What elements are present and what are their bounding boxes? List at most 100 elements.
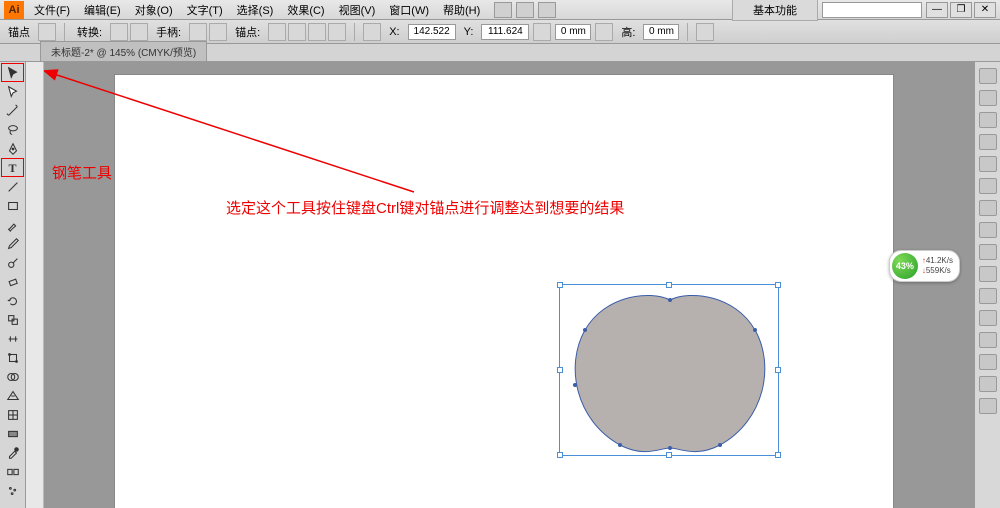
title-bar: Ai 文件(F) 编辑(E) 对象(O) 文字(T) 选择(S) 效果(C) 视…	[0, 0, 1000, 20]
selected-shape[interactable]	[565, 290, 775, 460]
menu-effect[interactable]: 效果(C)	[281, 0, 330, 20]
x-label: X:	[385, 26, 403, 38]
network-percent: 43%	[892, 253, 918, 279]
right-panel-icon[interactable]	[979, 376, 997, 392]
bbox-handle-s[interactable]	[666, 452, 672, 458]
blend-tool[interactable]	[2, 463, 24, 481]
scale-tool[interactable]	[2, 311, 24, 329]
anchor2-btn-2[interactable]	[288, 23, 306, 41]
y-input[interactable]	[481, 24, 529, 40]
pen-tool[interactable]	[2, 140, 24, 158]
eraser-tool[interactable]	[2, 273, 24, 291]
extra-btn-1[interactable]	[696, 23, 714, 41]
menu-window[interactable]: 窗口(W)	[383, 0, 435, 20]
free-transform-tool[interactable]	[2, 349, 24, 367]
right-panel-icon[interactable]	[979, 332, 997, 348]
anchor2-label: 锚点:	[231, 24, 264, 40]
symbol-sprayer-tool[interactable]	[2, 482, 24, 500]
bbox-handle-w[interactable]	[557, 367, 563, 373]
bbox-handle-nw[interactable]	[557, 282, 563, 288]
right-panel-icon[interactable]	[979, 354, 997, 370]
title-tool-3[interactable]	[538, 2, 556, 18]
blob-brush-tool[interactable]	[2, 254, 24, 272]
search-input[interactable]	[822, 2, 922, 18]
title-tool-2[interactable]	[516, 2, 534, 18]
window-maximize-button[interactable]: ❐	[950, 2, 972, 18]
annotation-instruction: 选定这个工具按住键盘Ctrl键对锚点进行调整达到想要的结果	[226, 197, 624, 218]
menu-type[interactable]: 文字(T)	[181, 0, 229, 20]
menu-help[interactable]: 帮助(H)	[437, 0, 486, 20]
h-input[interactable]	[643, 24, 679, 40]
wh-lock-button[interactable]	[533, 23, 551, 41]
paintbrush-tool[interactable]	[2, 216, 24, 234]
left-spacer	[26, 62, 44, 508]
workspace-switcher[interactable]: 基本功能	[732, 0, 818, 21]
gradient-tool[interactable]	[2, 425, 24, 443]
anchor2-btn-3[interactable]	[308, 23, 326, 41]
line-tool[interactable]	[2, 178, 24, 196]
magic-wand-tool[interactable]	[2, 102, 24, 120]
right-panel-icon[interactable]	[979, 156, 997, 172]
anchor2-btn-4[interactable]	[328, 23, 346, 41]
y-label: Y:	[460, 26, 478, 38]
pencil-tool[interactable]	[2, 235, 24, 253]
menu-object[interactable]: 对象(O)	[129, 0, 179, 20]
convert-smooth-button[interactable]	[130, 23, 148, 41]
network-badge: 43% 41.2K/s 559K/s	[889, 250, 960, 282]
window-close-button[interactable]: ✕	[974, 2, 996, 18]
right-panel-icon[interactable]	[979, 398, 997, 414]
right-panel-icon[interactable]	[979, 200, 997, 216]
bbox-handle-e[interactable]	[775, 367, 781, 373]
w-input[interactable]	[555, 24, 591, 40]
title-tool-1[interactable]	[494, 2, 512, 18]
bbox-handle-sw[interactable]	[557, 452, 563, 458]
main-area: T 钢笔工具 选定这个工具按住键盘Ctrl键对锚点进行调整达到想要的结果	[0, 62, 1000, 508]
rectangle-tool[interactable]	[2, 197, 24, 215]
right-panel-icon[interactable]	[979, 266, 997, 282]
lasso-tool[interactable]	[2, 121, 24, 139]
perspective-tool[interactable]	[2, 387, 24, 405]
direct-selection-tool[interactable]	[2, 83, 24, 101]
handle-btn-1[interactable]	[189, 23, 207, 41]
right-panel-icon[interactable]	[979, 310, 997, 326]
menu-file[interactable]: 文件(F)	[28, 0, 76, 20]
x-input[interactable]	[408, 24, 456, 40]
menu-view[interactable]: 视图(V)	[333, 0, 382, 20]
right-panel-icon[interactable]	[979, 112, 997, 128]
right-panel-icon[interactable]	[979, 288, 997, 304]
link-wh-button[interactable]	[595, 23, 613, 41]
ref-point-widget[interactable]	[363, 23, 381, 41]
eyedropper-tool[interactable]	[2, 444, 24, 462]
window-minimize-button[interactable]: —	[926, 2, 948, 18]
right-panels	[974, 62, 1000, 508]
annotation-pen-tool: 钢笔工具	[52, 162, 112, 183]
right-panel-icon[interactable]	[979, 244, 997, 260]
bbox-handle-n[interactable]	[666, 282, 672, 288]
download-speed: 559K/s	[922, 266, 953, 276]
convert-corner-button[interactable]	[110, 23, 128, 41]
type-tool[interactable]: T	[2, 159, 24, 177]
title-toolbar-icons	[494, 2, 556, 18]
bbox-handle-ne[interactable]	[775, 282, 781, 288]
artboard[interactable]	[114, 74, 894, 508]
rotate-tool[interactable]	[2, 292, 24, 310]
anchor-btn-1[interactable]	[38, 23, 56, 41]
right-panel-icon[interactable]	[979, 178, 997, 194]
bounding-box[interactable]	[559, 284, 779, 456]
mesh-tool[interactable]	[2, 406, 24, 424]
right-panel-icon[interactable]	[979, 68, 997, 84]
menu-edit[interactable]: 编辑(E)	[78, 0, 127, 20]
selection-tool[interactable]	[2, 64, 24, 82]
right-panel-icon[interactable]	[979, 134, 997, 150]
menu-select[interactable]: 选择(S)	[231, 0, 280, 20]
bbox-handle-se[interactable]	[775, 452, 781, 458]
right-panel-icon[interactable]	[979, 222, 997, 238]
shape-builder-tool[interactable]	[2, 368, 24, 386]
width-tool[interactable]	[2, 330, 24, 348]
canvas-area[interactable]: 钢笔工具 选定这个工具按住键盘Ctrl键对锚点进行调整达到想要的结果	[44, 62, 964, 508]
anchor2-btn-1[interactable]	[268, 23, 286, 41]
handle-btn-2[interactable]	[209, 23, 227, 41]
right-panel-icon[interactable]	[979, 90, 997, 106]
document-tab[interactable]: 未标题-2* @ 145% (CMYK/预览)	[40, 41, 207, 61]
upload-speed: 41.2K/s	[922, 256, 953, 266]
